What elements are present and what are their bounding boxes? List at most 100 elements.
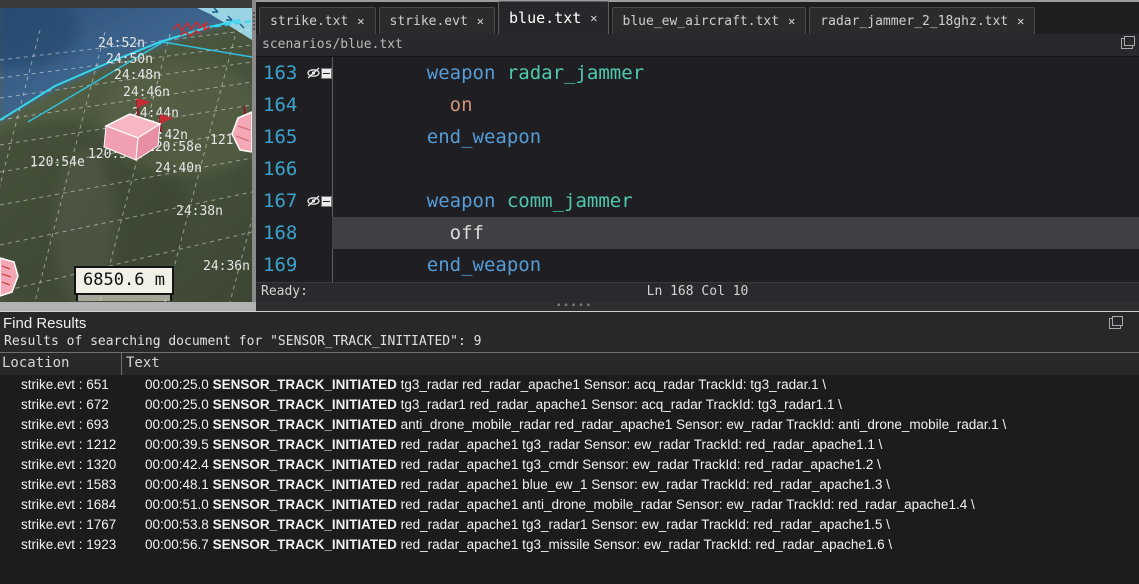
code-line-165[interactable]: 165 end_weapon (256, 121, 1139, 153)
result-text: 00:00:39.5 SENSOR_TRACK_INITIATED red_ra… (142, 435, 1139, 455)
code-line-169[interactable]: 169 end_weapon (256, 249, 1139, 281)
result-row[interactable]: strike.evt : 69300:00:25.0 SENSOR_TRACK_… (0, 415, 1139, 435)
map-top-strip (0, 0, 252, 8)
fold-collapse-icon[interactable] (321, 196, 332, 207)
code-line-164[interactable]: 164 on (256, 89, 1139, 121)
code-text[interactable]: weapon radar_jammer (332, 57, 1139, 89)
code-line-168[interactable]: 168 off (256, 217, 1139, 249)
tab-label: strike.evt (390, 14, 468, 29)
code-text[interactable]: end_weapon (332, 121, 1139, 153)
result-keyword: SENSOR_TRACK_INITIATED (213, 457, 397, 472)
line-number: 166 (256, 158, 306, 180)
line-number: 163 (256, 62, 306, 84)
tab-blue-ew-aircraft-txt[interactable]: blue_ew_aircraft.txt ✕ (612, 7, 807, 34)
line-number: 164 (256, 94, 306, 116)
close-icon[interactable]: ✕ (788, 14, 795, 28)
result-row[interactable]: strike.evt : 176700:00:53.8 SENSOR_TRACK… (0, 515, 1139, 535)
column-header-location[interactable]: Location (0, 353, 122, 375)
result-row[interactable]: strike.evt : 65100:00:25.0 SENSOR_TRACK_… (0, 375, 1139, 395)
map-coordinate-label: 24:38n (176, 204, 223, 219)
close-icon[interactable]: ✕ (477, 14, 484, 28)
result-location: strike.evt : 1212 (0, 435, 142, 455)
code-text[interactable]: off (332, 217, 1139, 249)
map-view[interactable]: 24:52n24:50n24:48n24:46n24:44n24:42n24:4… (0, 0, 252, 302)
result-row[interactable]: strike.evt : 67200:00:25.0 SENSOR_TRACK_… (0, 395, 1139, 415)
tab-strike-txt[interactable]: strike.txt✕ (259, 7, 376, 34)
close-icon[interactable]: ✕ (357, 14, 364, 28)
map-canvas: 24:52n24:50n24:48n24:46n24:44n24:42n24:4… (0, 0, 252, 302)
result-text: 00:00:25.0 SENSOR_TRACK_INITIATED tg3_ra… (142, 375, 1139, 395)
eye-slash-icon[interactable] (306, 67, 320, 79)
fold-collapse-icon[interactable] (321, 68, 332, 79)
result-location: strike.evt : 1320 (0, 455, 142, 475)
code-area[interactable]: 163 weapon radar_jammer164 on165 end_wea… (256, 57, 1139, 282)
result-text: 00:00:42.4 SENSOR_TRACK_INITIATED red_ra… (142, 455, 1139, 475)
gutter-icons (306, 57, 332, 89)
tab-blue-txt[interactable]: blue.txt ✕ (498, 1, 608, 34)
gutter-icons (306, 89, 332, 121)
line-number: 165 (256, 126, 306, 148)
result-location: strike.evt : 693 (0, 415, 142, 435)
result-keyword: SENSOR_TRACK_INITIATED (213, 497, 397, 512)
code-text[interactable] (332, 153, 1139, 185)
result-keyword: SENSOR_TRACK_INITIATED (213, 397, 397, 412)
splitter-grip[interactable]: ••••• (556, 301, 593, 311)
find-results-panel: Find Results Results of searching docume… (0, 312, 1139, 584)
gutter-icons (306, 249, 332, 281)
result-row[interactable]: strike.evt : 121200:00:39.5 SENSOR_TRACK… (0, 435, 1139, 455)
result-text: 00:00:48.1 SENSOR_TRACK_INITIATED red_ra… (142, 475, 1139, 495)
find-results-header: Location Text (0, 352, 1139, 375)
gutter-icons (306, 217, 332, 249)
result-location: strike.evt : 672 (0, 395, 142, 415)
float-window-icon[interactable] (1109, 318, 1121, 329)
code-text[interactable]: on (332, 89, 1139, 121)
vertical-splitter-grip[interactable] (253, 12, 255, 30)
map-scale-indicator: 6850.6 m (74, 266, 174, 295)
code-line-166[interactable]: 166 (256, 153, 1139, 185)
result-text: 00:00:25.0 SENSOR_TRACK_INITIATED tg3_ra… (142, 395, 1139, 415)
find-results-title: Find Results (0, 312, 1139, 333)
code-line-167[interactable]: 167 weapon comm_jammer (256, 185, 1139, 217)
result-location: strike.evt : 1767 (0, 515, 142, 535)
result-location: strike.evt : 1923 (0, 535, 142, 555)
column-header-text[interactable]: Text (122, 353, 160, 375)
close-icon[interactable]: ✕ (590, 11, 597, 25)
result-keyword: SENSOR_TRACK_INITIATED (213, 377, 397, 392)
map-coordinate-label: 24:46n (123, 85, 170, 100)
gutter-icons (306, 121, 332, 153)
map-scale-bar (76, 295, 172, 301)
tab-label: blue_ew_aircraft.txt (623, 14, 780, 29)
horizontal-splitter[interactable]: ••••• (0, 302, 1139, 312)
result-text: 00:00:56.7 SENSOR_TRACK_INITIATED red_ra… (142, 535, 1139, 555)
code-text[interactable]: weapon comm_jammer (332, 185, 1139, 217)
breadcrumb-bar: scenarios/blue.txt (256, 34, 1139, 57)
tab-radar-jammer-2-18ghz-txt[interactable]: radar_jammer_2_18ghz.txt✕ (809, 7, 1035, 34)
map-coordinate-label: 24:36n (203, 259, 250, 274)
breadcrumb: scenarios/blue.txt (262, 37, 403, 52)
tab-bar: strike.txt✕strike.evt✕blue.txt✕blue_ew_a… (256, 0, 1139, 34)
result-row[interactable]: strike.evt : 132000:00:42.4 SENSOR_TRACK… (0, 455, 1139, 475)
tab-strike-evt[interactable]: strike.evt ✕ (379, 7, 496, 34)
editor-status-bar: Ready: Ln 168 Col 10 (256, 282, 1139, 302)
map-coordinate-label: 24:48n (114, 68, 161, 83)
result-location: strike.evt : 1583 (0, 475, 142, 495)
eye-slash-icon[interactable] (306, 195, 320, 207)
map-coordinate-label: 24:50n (106, 52, 153, 67)
result-row[interactable]: strike.evt : 158300:00:48.1 SENSOR_TRACK… (0, 475, 1139, 495)
find-results-list: strike.evt : 65100:00:25.0 SENSOR_TRACK_… (0, 375, 1139, 584)
map-coordinate-label: 120:54e (30, 155, 85, 170)
result-location: strike.evt : 651 (0, 375, 142, 395)
code-line-163[interactable]: 163 weapon radar_jammer (256, 57, 1139, 89)
result-row[interactable]: strike.evt : 192300:00:56.7 SENSOR_TRACK… (0, 535, 1139, 555)
result-text: 00:00:53.8 SENSOR_TRACK_INITIATED red_ra… (142, 515, 1139, 535)
splitter-left-cap (0, 302, 256, 311)
line-number: 168 (256, 222, 306, 244)
editor-panel: strike.txt✕strike.evt✕blue.txt✕blue_ew_a… (256, 0, 1139, 302)
map-coordinate-label: 24:52n (98, 36, 145, 51)
code-text[interactable]: end_weapon (332, 249, 1139, 281)
tab-label: blue.txt (509, 9, 581, 27)
float-window-icon[interactable] (1121, 38, 1133, 49)
result-row[interactable]: strike.evt : 168400:00:51.0 SENSOR_TRACK… (0, 495, 1139, 515)
close-icon[interactable]: ✕ (1017, 14, 1024, 28)
gutter-icons (306, 153, 332, 185)
